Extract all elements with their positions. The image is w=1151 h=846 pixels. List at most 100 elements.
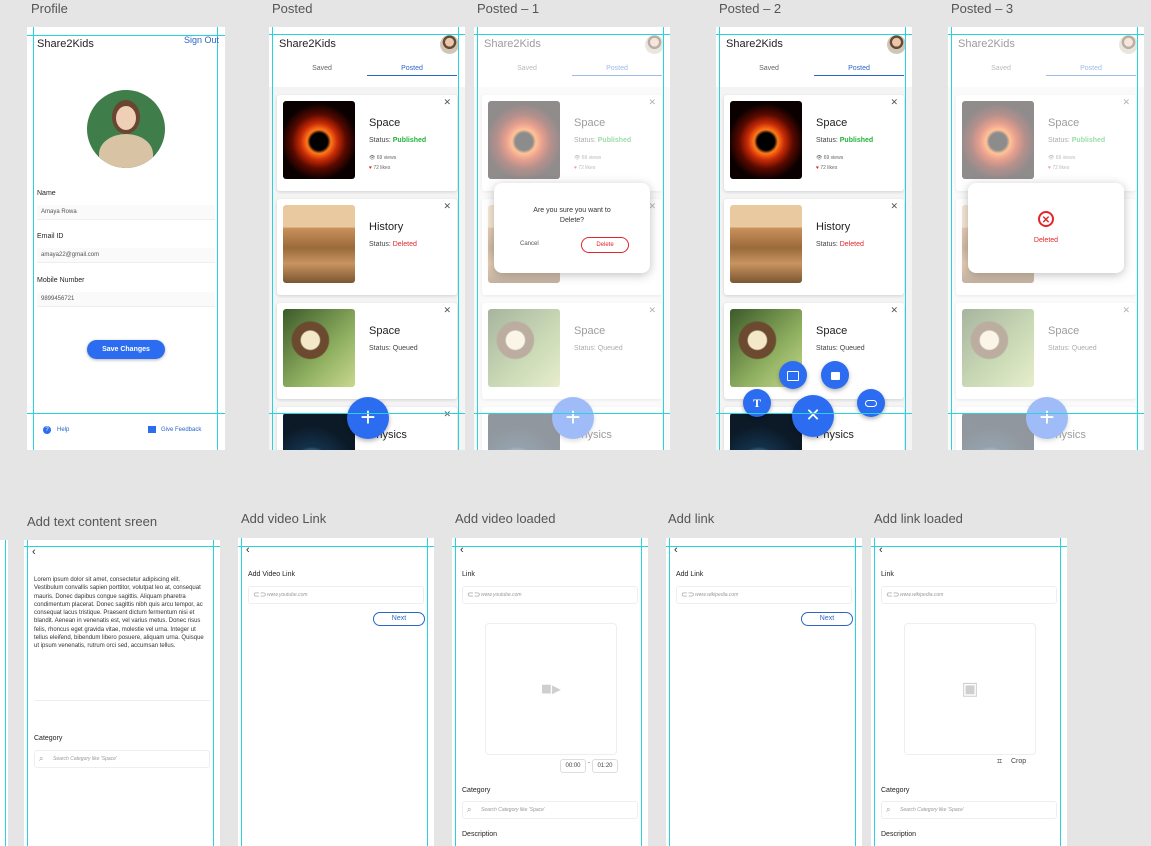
crop-button[interactable]: Crop [1011, 758, 1026, 765]
artboard-label-add-video-loaded: Add video loaded [455, 511, 556, 526]
close-icon[interactable]: ✕ [443, 409, 451, 420]
post-thumbnail [283, 101, 355, 179]
text-content-body[interactable]: Lorem ipsum dolor sit amet, consectetur … [34, 576, 210, 651]
link-url-input[interactable]: ⊂⊃ www.wikipedia.com [881, 586, 1057, 604]
close-icon[interactable]: ✕ [890, 305, 898, 316]
artboard-posted: Share2Kids Saved Posted Space Status: Pu… [269, 27, 465, 450]
post-likes: ♥ 72 likes [369, 165, 391, 171]
mobile-field[interactable]: 9899456721 [37, 292, 215, 307]
help-link[interactable]: Help [57, 427, 69, 433]
post-status: Status: Queued [369, 345, 418, 352]
link-icon: ⊂⊃ [467, 590, 481, 599]
tab-saved[interactable]: Saved [277, 65, 367, 72]
deleted-toast: ✕ Deleted [968, 183, 1124, 273]
artboard-label-posted-3: Posted – 3 [951, 1, 1014, 16]
category-search-input[interactable]: ⌕ Search Category like 'Space' [462, 801, 638, 819]
close-icon[interactable]: ✕ [443, 97, 451, 108]
crop-icon[interactable]: ⌗ [997, 756, 1002, 767]
post-status: Status: Deleted [369, 241, 417, 248]
post-title: History [816, 221, 851, 233]
link-label: Link [462, 571, 475, 578]
post-card[interactable]: Space Status: Published 👁 69 views ♥ 72 … [724, 95, 904, 191]
artboard-partial [0, 540, 8, 846]
post-card[interactable]: History Status: Deleted ✕ [277, 199, 457, 295]
post-status: Status: Published [816, 137, 874, 144]
post-status: Status: Deleted [816, 241, 864, 248]
tab-bar: Saved Posted [724, 65, 904, 79]
time-separator: - [588, 760, 590, 766]
close-icon[interactable]: ✕ [890, 97, 898, 108]
video-url-input[interactable]: ⊂⊃ www.youtube.com [248, 586, 424, 604]
link-icon: ⊂⊃ [681, 590, 695, 599]
video-url-input[interactable]: ⊂⊃ www.youtube.com [462, 586, 638, 604]
search-icon: ⌕ [467, 805, 472, 814]
next-button[interactable]: Next [801, 612, 853, 626]
close-menu-button[interactable]: ✕ [792, 395, 834, 437]
artboard-posted-1: Share2Kids Saved Posted Space Status: Pu… [474, 27, 670, 450]
tab-saved[interactable]: Saved [724, 65, 814, 72]
dialog-message-2: Delete? [559, 217, 585, 224]
next-button[interactable]: Next [373, 612, 425, 626]
artboard-label-add-text: Add text content sreen [27, 514, 158, 529]
link-image-preview[interactable]: ▣ [904, 623, 1036, 755]
category-label: Category [881, 787, 910, 794]
search-icon: ⌕ [886, 805, 891, 814]
cancel-button[interactable]: Cancel [520, 241, 539, 247]
close-icon[interactable]: ✕ [443, 305, 451, 316]
user-avatar[interactable] [440, 35, 459, 54]
tab-posted[interactable]: Posted [367, 65, 457, 76]
end-time-field[interactable]: 01:20 [592, 759, 618, 773]
heart-icon: ♥ [816, 165, 819, 171]
artboard-posted-3: Share2Kids Saved Posted Space Status: Pu… [948, 27, 1144, 450]
profile-avatar[interactable] [87, 90, 165, 168]
video-camera-icon: ■▸ [541, 678, 561, 699]
post-card[interactable]: Space Status: Queued ✕ [277, 303, 457, 399]
sign-out-link[interactable]: Sign Out [184, 35, 219, 45]
eye-icon: 👁 [816, 155, 823, 161]
video-preview[interactable]: ■▸ [485, 623, 617, 755]
close-icon[interactable]: ✕ [443, 201, 451, 212]
add-video-button[interactable] [821, 361, 849, 389]
artboard-add-link-loaded: ‹ Link ⊂⊃ www.wikipedia.com ▣ ⌗ Crop Cate… [871, 538, 1067, 846]
image-icon [787, 370, 799, 381]
add-video-title: Add Video Link [248, 571, 295, 578]
give-feedback-link[interactable]: Give Feedback [161, 427, 201, 433]
link-icon: ⊂⊃ [253, 590, 267, 599]
name-field[interactable]: Amaya Rowa [37, 205, 215, 220]
post-card[interactable]: History Status: Deleted ✕ [724, 199, 904, 295]
delete-button[interactable]: Delete [581, 237, 629, 253]
artboard-label-add-video: Add video Link [241, 511, 327, 526]
artboard-add-text: ‹ Lorem ipsum dolor sit amet, consectetu… [24, 540, 220, 846]
artboard-label-posted-2: Posted – 2 [719, 1, 782, 16]
description-label: Description [462, 831, 498, 838]
category-label: Category [462, 787, 491, 794]
artboard-label-add-link-loaded: Add link loaded [874, 511, 963, 526]
add-post-button[interactable]: + [347, 397, 389, 439]
add-link-title: Add Link [676, 571, 704, 578]
delete-confirm-dialog: Are you sure you want to Delete? Cancel … [494, 183, 650, 273]
start-time-field[interactable]: 00:00 [560, 759, 586, 773]
post-title: History [369, 221, 404, 233]
post-card[interactable]: Space Status: Published 👁 69 views ♥ 72 … [277, 95, 457, 191]
dialog-message: Are you sure you want to [533, 207, 611, 214]
post-thumbnail [283, 205, 355, 283]
add-image-button[interactable] [779, 361, 807, 389]
post-card[interactable]: Space Status: Queued ✕ [724, 303, 904, 399]
close-icon[interactable]: ✕ [890, 201, 898, 212]
user-avatar[interactable] [887, 35, 906, 54]
artboard-add-video-link: ‹ Add Video Link ⊂⊃ www.youtube.com Next [238, 538, 434, 846]
post-likes: ♥ 72 likes [816, 165, 838, 171]
artboard-label-posted: Posted [272, 1, 313, 16]
email-field[interactable]: amaya22@gmail.com [37, 248, 215, 263]
post-thumbnail [730, 101, 802, 179]
tab-bar: Saved Posted [277, 65, 457, 79]
artboard-add-link: ‹ Add Link ⊂⊃ www.wikipedia.com Next [666, 538, 862, 846]
link-url-input[interactable]: ⊂⊃ www.wikipedia.com [676, 586, 852, 604]
category-search-input[interactable]: ⌕ Search Category like 'Space' [881, 801, 1057, 819]
tab-posted[interactable]: Posted [814, 65, 904, 76]
mobile-label: Mobile Number [37, 277, 85, 284]
post-title: Space [816, 325, 848, 337]
back-arrow-icon[interactable]: ‹ [32, 546, 36, 558]
save-changes-button[interactable]: Save Changes [87, 340, 165, 359]
category-search-input[interactable]: ⌕ Search Category like 'Space' [34, 750, 210, 768]
